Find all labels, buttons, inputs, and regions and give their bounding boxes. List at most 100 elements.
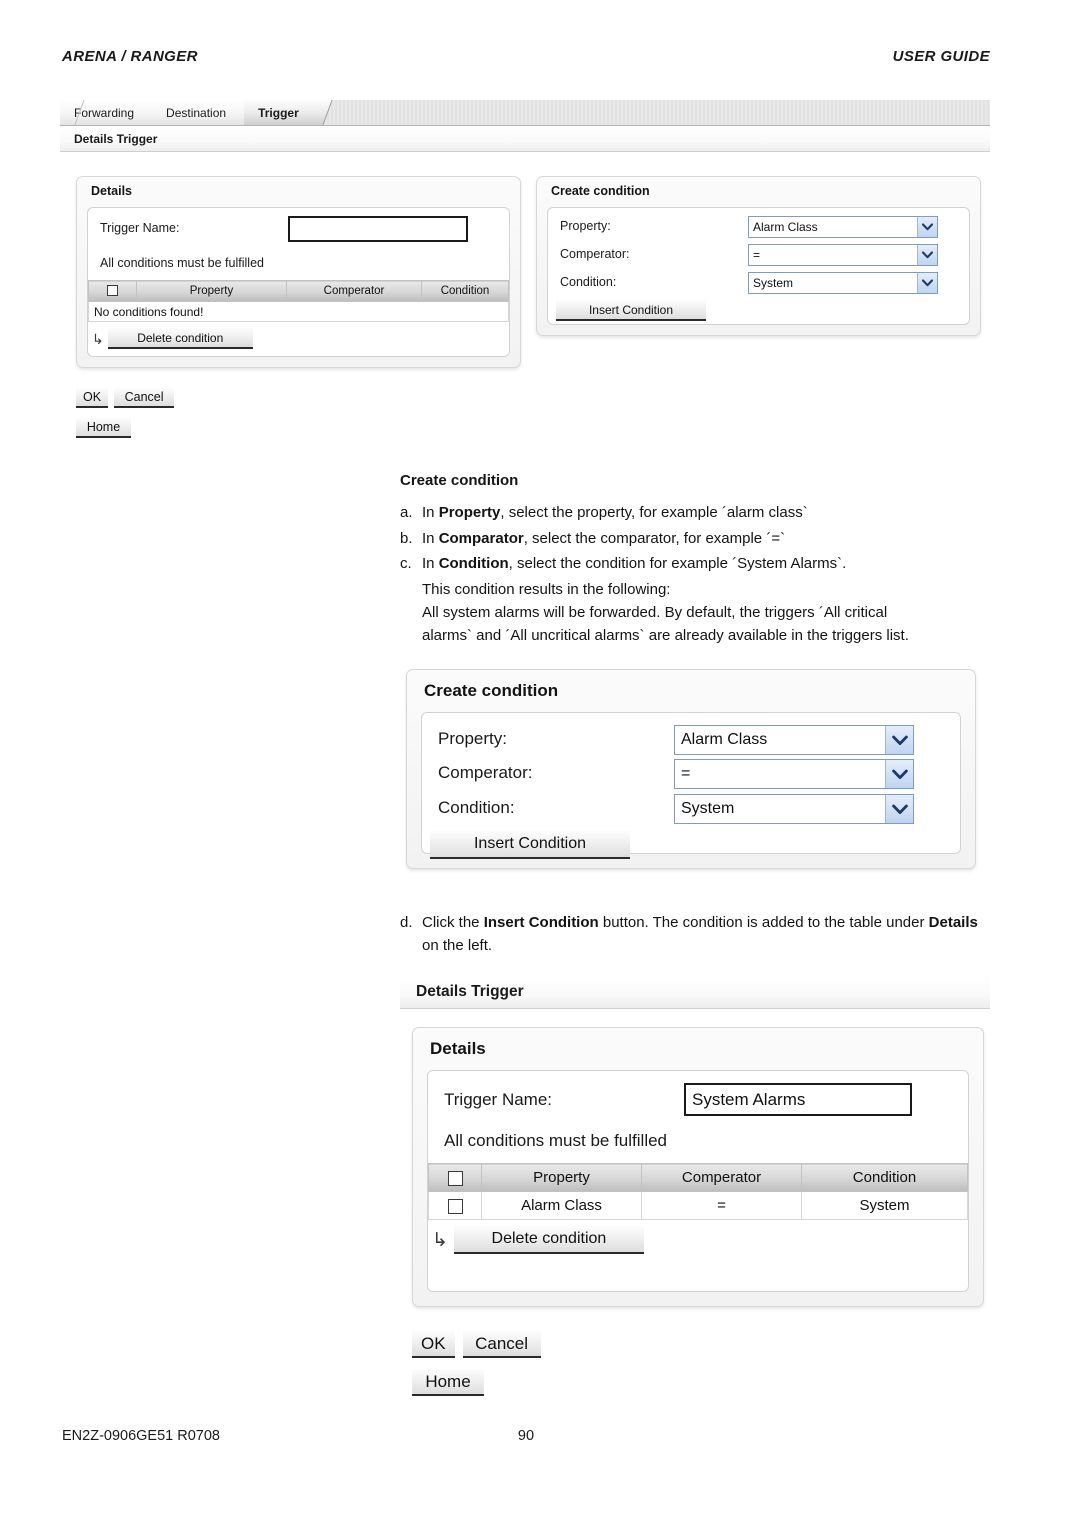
condition-select-value-large: System bbox=[681, 800, 735, 817]
condition-select[interactable]: System bbox=[748, 272, 938, 294]
cancel-button-large[interactable]: Cancel bbox=[462, 1331, 541, 1358]
tab-bar: Forwarding Destination Trigger bbox=[60, 100, 990, 126]
select-all-checkbox[interactable] bbox=[447, 1170, 463, 1186]
screenshot-details-trigger-empty: Forwarding Destination Trigger Details T… bbox=[60, 100, 990, 452]
step-text-bold: Comparator bbox=[438, 529, 524, 547]
step-marker: c. bbox=[400, 555, 412, 573]
step-text-part: on the left. bbox=[422, 936, 493, 954]
header-document-type: USER GUIDE bbox=[892, 48, 990, 65]
step-text-bold: Condition bbox=[438, 555, 509, 573]
cancel-button[interactable]: Cancel bbox=[114, 388, 175, 408]
create-condition-body-large: Property: Alarm Class Comperator: = Cond… bbox=[421, 712, 961, 859]
ok-button[interactable]: OK bbox=[76, 388, 109, 408]
chevron-down-icon[interactable] bbox=[885, 795, 913, 823]
delete-condition-button[interactable]: Delete condition bbox=[107, 328, 253, 349]
select-all-checkbox[interactable] bbox=[107, 285, 118, 297]
home-button[interactable]: Home bbox=[76, 418, 131, 438]
trigger-name-input[interactable] bbox=[288, 216, 468, 242]
step-text-part: In bbox=[422, 529, 439, 547]
insert-condition-button[interactable]: Insert Condition bbox=[556, 300, 706, 321]
tab-trigger-label: Trigger bbox=[258, 105, 299, 120]
trigger-name-label: Trigger Name: bbox=[100, 221, 180, 235]
step-text-part: In bbox=[422, 555, 439, 573]
header-product-name: ARENA / RANGER bbox=[62, 48, 198, 65]
conditions-table-header-row: Property Comperator Condition bbox=[428, 1163, 968, 1192]
chevron-down-icon[interactable] bbox=[917, 245, 937, 265]
footer-page-number: 90 bbox=[517, 1428, 535, 1444]
step-text: In Property, select the property, for ex… bbox=[422, 502, 990, 525]
tab-forwarding-label: Forwarding bbox=[74, 105, 135, 120]
trigger-name-label-large: Trigger Name: bbox=[444, 1090, 553, 1109]
column-header-condition[interactable]: Condition bbox=[801, 1163, 968, 1192]
chevron-down-icon[interactable] bbox=[917, 217, 937, 237]
details-panel-body-large: Trigger Name: System Alarms All conditio… bbox=[427, 1070, 969, 1292]
details-panel-body: Trigger Name: All conditions must be ful… bbox=[87, 207, 510, 357]
step-marker: a. bbox=[400, 503, 413, 521]
create-condition-panel: Create condition Property: Alarm Class C… bbox=[536, 176, 981, 336]
step-text-bold: Insert Condition bbox=[483, 914, 599, 931]
comperator-select[interactable]: = bbox=[748, 244, 938, 266]
column-header-property[interactable]: Property bbox=[136, 280, 287, 302]
delete-condition-row: ↳ Delete condition bbox=[92, 328, 253, 349]
tab-trigger[interactable]: Trigger bbox=[244, 100, 333, 125]
column-header-comperator[interactable]: Comperator bbox=[286, 280, 422, 302]
home-button-large[interactable]: Home bbox=[412, 1369, 484, 1396]
delete-condition-row-large: ↳ Delete condition bbox=[432, 1226, 644, 1254]
cell-property: Alarm Class bbox=[481, 1191, 642, 1220]
cell-comperator: = bbox=[641, 1191, 802, 1220]
instruction-continuation: This condition results in the following:… bbox=[422, 579, 990, 647]
condition-select-large[interactable]: System bbox=[674, 794, 914, 824]
table-row[interactable]: Alarm Class = System bbox=[428, 1191, 968, 1220]
insert-condition-button-large[interactable]: Insert Condition bbox=[430, 831, 630, 859]
property-label: Property: bbox=[560, 219, 611, 233]
condition-label: Condition: bbox=[560, 275, 617, 289]
delete-condition-button-large[interactable]: Delete condition bbox=[453, 1226, 644, 1254]
step-text: In Condition, select the condition for e… bbox=[422, 553, 990, 576]
details-panel-large: Details Trigger Name: System Alarms All … bbox=[412, 1027, 984, 1307]
chevron-down-icon[interactable] bbox=[885, 726, 913, 754]
property-select[interactable]: Alarm Class bbox=[748, 216, 938, 238]
instructions-list: a. In Property, select the property, for… bbox=[400, 502, 990, 576]
branch-arrow-icon: ↳ bbox=[432, 1229, 448, 1251]
instructions-heading: Create condition bbox=[400, 472, 519, 489]
action-button-row-large: OK Cancel bbox=[412, 1331, 541, 1358]
comperator-label-large: Comperator: bbox=[438, 763, 533, 782]
property-select-value-large: Alarm Class bbox=[681, 731, 768, 748]
trigger-name-input-large[interactable]: System Alarms bbox=[684, 1083, 912, 1116]
page-header: ARENA / RANGER USER GUIDE bbox=[62, 48, 990, 65]
row-select-cell bbox=[428, 1191, 482, 1220]
chevron-down-icon[interactable] bbox=[885, 760, 913, 788]
comperator-label: Comperator: bbox=[560, 247, 630, 261]
no-conditions-message: No conditions found! bbox=[88, 301, 509, 322]
tab-destination-label: Destination bbox=[166, 105, 227, 120]
column-header-property[interactable]: Property bbox=[481, 1163, 642, 1192]
comperator-select-large[interactable]: = bbox=[674, 759, 914, 789]
column-header-comperator[interactable]: Comperator bbox=[641, 1163, 802, 1192]
screenshot-create-condition: Create condition Property: Alarm Class C… bbox=[400, 663, 990, 888]
step-text-part: In bbox=[422, 503, 439, 521]
instruction-step-b: b. In Comparator, select the comparator,… bbox=[400, 528, 990, 551]
instructions-insert-condition: d. Click the Insert Condition button. Th… bbox=[400, 912, 990, 961]
column-header-condition[interactable]: Condition bbox=[421, 280, 509, 302]
all-conditions-note-large: All conditions must be fulfilled bbox=[444, 1131, 668, 1150]
tab-bar-filler bbox=[60, 100, 990, 125]
tab-destination[interactable]: Destination bbox=[152, 100, 260, 125]
row-checkbox[interactable] bbox=[447, 1198, 463, 1214]
module-title-bar: Details Trigger bbox=[60, 126, 990, 152]
ok-button-large[interactable]: OK bbox=[412, 1331, 455, 1358]
property-select-large[interactable]: Alarm Class bbox=[674, 725, 914, 755]
property-select-value: Alarm Class bbox=[753, 220, 818, 234]
condition-label-large: Condition: bbox=[438, 798, 515, 817]
screen-canvas: Details Trigger Name: All conditions mus… bbox=[60, 152, 990, 452]
create-condition-body: Property: Alarm Class Comperator: = Cond… bbox=[547, 207, 970, 325]
continuation-line: alarms` and ´All uncritical alarms` are … bbox=[422, 626, 909, 644]
step-marker: b. bbox=[400, 529, 413, 547]
chevron-down-icon[interactable] bbox=[917, 273, 937, 293]
step-text-part: , select the comparator, for example ´=` bbox=[523, 529, 786, 547]
conditions-table-large: Property Comperator Condition Alarm Clas… bbox=[428, 1163, 968, 1220]
create-condition-title-large: Create condition bbox=[424, 681, 559, 700]
condition-select-value: System bbox=[753, 276, 794, 290]
module-title-bar-large: Details Trigger bbox=[400, 975, 990, 1009]
branch-arrow-icon: ↳ bbox=[92, 330, 104, 347]
instruction-step-a: a. In Property, select the property, for… bbox=[400, 502, 990, 525]
